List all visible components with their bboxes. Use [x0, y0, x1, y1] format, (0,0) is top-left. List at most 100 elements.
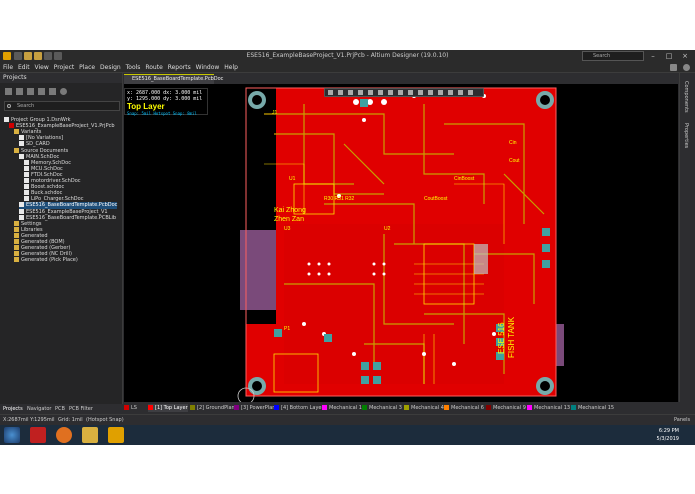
layer-color-swatch	[404, 405, 409, 410]
layer-tab[interactable]: Mechanical 3	[362, 404, 402, 412]
diff-pair-icon[interactable]	[388, 90, 393, 95]
layer-tab[interactable]: Mechanical 4	[404, 404, 444, 412]
save-project-icon[interactable]	[16, 88, 23, 95]
ref-cin: Cin	[509, 140, 517, 146]
tree-item-label: ESE516_ExampleBaseProject_V1.PrjPcb	[16, 123, 115, 130]
layer-tab[interactable]: [1] Top Layer	[148, 404, 188, 412]
menu-reports[interactable]: Reports	[168, 62, 191, 73]
menu-route[interactable]: Route	[145, 62, 162, 73]
layer-tab[interactable]: [4] Bottom Layer	[274, 404, 324, 412]
layer-tab[interactable]: [3] PowerPlane	[234, 404, 279, 412]
folder-icon	[14, 257, 19, 263]
tree-item-label: Generated (BOM)	[21, 239, 65, 245]
coordinate-readout: x: 2687.000 dx: 3.000 mil y: 1295.000 dy…	[124, 88, 208, 116]
taskbar-app-icon[interactable]	[30, 427, 46, 443]
text-icon[interactable]	[458, 90, 463, 95]
readout-snap: Snap: 5mil Hotspot Snap: 8mil	[127, 111, 197, 116]
firefox-icon[interactable]	[56, 427, 72, 443]
tab-components[interactable]: Components	[683, 81, 689, 113]
place-component-icon[interactable]	[368, 90, 373, 95]
tab-pcb-filter[interactable]: PCB Filter	[69, 406, 93, 412]
menu-file[interactable]: File	[3, 62, 13, 73]
layer-tab-label: Mechanical 4	[411, 405, 444, 411]
status-bar: X:2687mil Y:1295mil Grid: 1mil (Hotspot …	[0, 414, 695, 425]
menu-project[interactable]: Project	[54, 62, 75, 73]
close-button[interactable]: ×	[679, 51, 691, 61]
layer-tab-label: [1] Top Layer	[155, 405, 188, 411]
tree-item-label: Project Group 1.DsnWrk	[11, 117, 71, 123]
paste-icon[interactable]	[38, 88, 45, 95]
ref-coutboost: CoutBoost	[424, 196, 448, 202]
ref-cinboost: CinBoost	[454, 176, 475, 182]
layer-tab[interactable]: Mechanical 13	[527, 404, 570, 412]
layer-tab-label: [2] GroundPlane	[197, 405, 238, 411]
copy-icon[interactable]	[27, 88, 34, 95]
tab-navigator[interactable]: Navigator	[27, 406, 51, 412]
projects-search-input[interactable]: Search	[4, 101, 120, 111]
menu-help[interactable]: Help	[224, 62, 238, 73]
menu-view[interactable]: View	[35, 62, 49, 73]
workspace-icon[interactable]	[5, 88, 12, 95]
tree-item-label: SD_CARD	[26, 141, 50, 148]
tree-item-label: Buck.schdoc	[31, 190, 63, 197]
readout-layer: Top Layer	[127, 102, 165, 111]
tab-properties[interactable]: Properties	[683, 123, 689, 148]
gear-icon[interactable]	[60, 88, 67, 95]
user-account-icon[interactable]	[683, 64, 690, 71]
tree-item[interactable]: Generated (Pick Place)	[14, 257, 78, 264]
document-icon	[19, 202, 24, 208]
menu-tools[interactable]: Tools	[126, 62, 141, 73]
layer-color-swatch	[444, 405, 449, 410]
tab-pcbdoc[interactable]: ESE516_BaseBoardTemplate.PcbDoc	[124, 74, 223, 84]
pcb-canvas[interactable]: x: 2687.000 dx: 3.000 mil y: 1295.000 dy…	[124, 84, 678, 402]
layer-tab[interactable]: LS	[124, 404, 137, 412]
tree-item-label: ESE516_BaseBoardTemplate.PCBLib	[26, 214, 117, 221]
minimize-button[interactable]: –	[647, 51, 659, 61]
tune-icon[interactable]	[398, 90, 403, 95]
layer-tab[interactable]: Mechanical 6	[444, 404, 484, 412]
move-icon[interactable]	[348, 90, 353, 95]
document-icon	[24, 171, 29, 177]
projects-panel: Projects Search Project Group 1.DsnWrk ES…	[0, 73, 123, 414]
file-explorer-icon[interactable]	[82, 427, 98, 443]
tree-item-label: motordriver.SchDoc	[31, 178, 81, 184]
menu-design[interactable]: Design	[100, 62, 121, 73]
document-icon	[19, 135, 24, 141]
keepout-icon[interactable]	[428, 90, 433, 95]
measure-icon[interactable]	[468, 90, 473, 95]
layer-tab[interactable]: Mechanical 1	[322, 404, 362, 412]
polygon-icon[interactable]	[418, 90, 423, 95]
folder-icon	[14, 239, 19, 244]
menu-window[interactable]: Window	[196, 62, 220, 73]
dimension-icon[interactable]	[448, 90, 453, 95]
layer-tab[interactable]: [2] GroundPlane	[190, 404, 238, 412]
screen-margin-top	[0, 0, 695, 50]
layer-tab-label: LS	[131, 405, 137, 411]
global-search-input[interactable]: Search	[582, 51, 644, 61]
tree-item-label: Source Documents	[21, 147, 69, 154]
tab-projects[interactable]: Projects	[3, 406, 23, 412]
maximize-button[interactable]: □	[663, 51, 675, 61]
menu-edit[interactable]: Edit	[18, 62, 30, 73]
altium-taskbar-icon[interactable]	[108, 427, 124, 443]
silkscreen-name-2: Zhen Zan	[274, 216, 304, 223]
panels-button[interactable]: Panels	[674, 415, 690, 425]
silkscreen-ese516: ESE 516	[497, 322, 506, 354]
tab-pcb[interactable]: PCB	[55, 406, 65, 412]
via-icon[interactable]	[408, 90, 413, 95]
tree-item-label: Boost.schdoc	[31, 184, 65, 191]
refresh-icon[interactable]	[49, 88, 56, 95]
layer-tab[interactable]: Mechanical 15	[571, 404, 614, 412]
projects-panel-title: Projects	[0, 73, 122, 83]
line-icon[interactable]	[438, 90, 443, 95]
settings-gear-icon[interactable]	[670, 64, 677, 71]
start-button-icon[interactable]	[4, 427, 20, 443]
layer-tab-label: [4] Bottom Layer	[281, 405, 324, 411]
layer-tab[interactable]: Mechanical 9	[486, 404, 526, 412]
align-icon[interactable]	[358, 90, 363, 95]
select-icon[interactable]	[338, 90, 343, 95]
ref-p1: P1	[284, 326, 290, 332]
menu-place[interactable]: Place	[79, 62, 95, 73]
filter-icon[interactable]	[328, 90, 333, 95]
route-icon[interactable]	[378, 90, 383, 95]
